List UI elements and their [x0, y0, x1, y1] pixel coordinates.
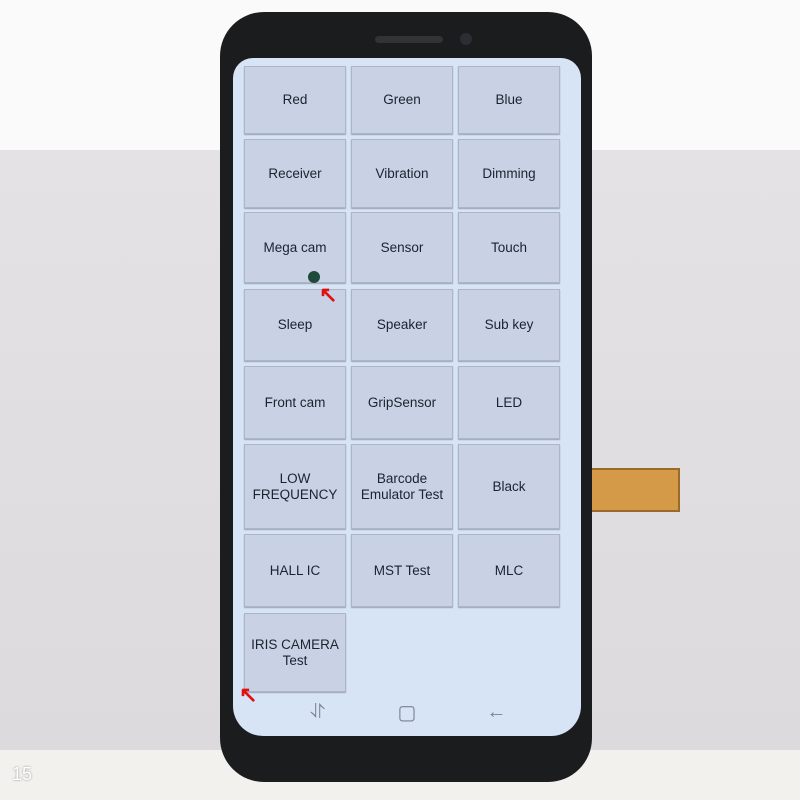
test-button-label: Sensor — [380, 239, 424, 255]
test-button-label: Speaker — [376, 317, 428, 332]
recent-apps-icon[interactable]: ⥯ — [307, 701, 329, 723]
front-camera — [460, 33, 472, 45]
test-button-vibration[interactable]: Vibration — [351, 139, 453, 208]
test-button-label: Green — [383, 92, 421, 107]
test-button-label: Touch — [490, 239, 528, 255]
test-button-label: MST Test — [373, 562, 431, 578]
test-button-front-cam[interactable]: Front cam — [244, 366, 346, 439]
test-button-label: Front cam — [264, 394, 326, 410]
test-button-black[interactable]: Black — [458, 444, 560, 529]
test-button-label: MLC — [494, 562, 524, 578]
test-button-blue[interactable]: Blue — [458, 66, 560, 134]
test-button-mlc[interactable]: MLC — [458, 534, 560, 607]
test-button-label: Barcode Emulator Test — [360, 470, 444, 502]
test-button-label: Black — [492, 478, 526, 494]
test-button-touch[interactable]: Touch — [458, 212, 560, 283]
navigation-bar: ⥯ ▢ ← — [233, 688, 581, 736]
test-button-barcode-emulator-test[interactable]: Barcode Emulator Test — [351, 444, 453, 529]
test-button-label: Dimming — [482, 165, 536, 181]
test-button-label: LED — [495, 394, 523, 410]
frame-number: 15 — [12, 764, 33, 784]
test-button-led[interactable]: LED — [458, 366, 560, 439]
screen: Red Green Blue Receiver Vibration Dimming Mega… — [233, 58, 581, 736]
test-button-label: Mega cam — [263, 239, 327, 255]
home-icon[interactable]: ▢ — [396, 701, 418, 724]
test-button-hall-ic[interactable]: HALL IC — [244, 534, 346, 607]
test-button-sensor[interactable]: Sensor — [351, 212, 453, 283]
flex-cable — [580, 468, 680, 512]
earpiece — [375, 36, 443, 43]
test-button-low-frequency[interactable]: LOW FREQUENCY — [244, 444, 346, 529]
test-button-speaker[interactable]: Speaker — [351, 289, 453, 361]
test-button-gripsensor[interactable]: GripSensor — [351, 366, 453, 439]
test-button-mst-test[interactable]: MST Test — [351, 534, 453, 607]
test-button-label: IRIS CAMERA Test — [251, 636, 339, 668]
back-icon[interactable]: ← — [485, 701, 507, 723]
annotation-arrow-icon: ↖ — [319, 282, 338, 307]
test-button-label: LOW FREQUENCY — [252, 470, 338, 502]
test-button-receiver[interactable]: Receiver — [244, 139, 346, 208]
phone: Red Green Blue Receiver Vibration Dimming Mega… — [220, 12, 592, 782]
test-button-red[interactable]: Red — [244, 66, 346, 134]
test-button-iris-camera-test[interactable]: IRIS CAMERA Test — [244, 613, 346, 692]
test-button-label: GripSensor — [367, 394, 437, 410]
test-button-label: Blue — [495, 92, 523, 107]
test-button-label: Vibration — [375, 165, 429, 181]
test-button-green[interactable]: Green — [351, 66, 453, 134]
test-button-label: Sub key — [484, 317, 534, 332]
test-button-sub-key[interactable]: Sub key — [458, 289, 560, 361]
test-button-mega-cam[interactable]: Mega cam — [244, 212, 346, 283]
test-button-label: Red — [282, 92, 308, 107]
test-button-dimming[interactable]: Dimming — [458, 139, 560, 208]
test-button-label: HALL IC — [269, 562, 321, 578]
test-button-label: Sleep — [277, 317, 313, 332]
test-button-label: Receiver — [268, 165, 322, 181]
